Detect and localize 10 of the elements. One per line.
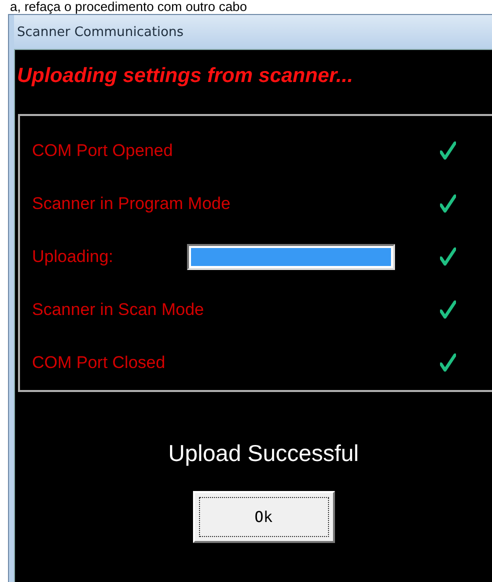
ok-button[interactable]: Ok — [192, 491, 334, 543]
result-message: Upload Successful — [167, 440, 360, 467]
step-label: Scanner in Program Mode — [32, 194, 230, 214]
step-label: COM Port Closed — [32, 353, 166, 374]
status-heading: Uploading settings from scanner... — [16, 63, 354, 89]
step-label: COM Port Opened — [32, 140, 174, 161]
window-title: Scanner Communications — [16, 24, 184, 40]
step-label: Uploading: — [32, 247, 114, 267]
page-text: a, refaça o procedimento com outro cabo — [9, 0, 248, 14]
step-label: Scanner in Scan Mode — [32, 300, 204, 320]
